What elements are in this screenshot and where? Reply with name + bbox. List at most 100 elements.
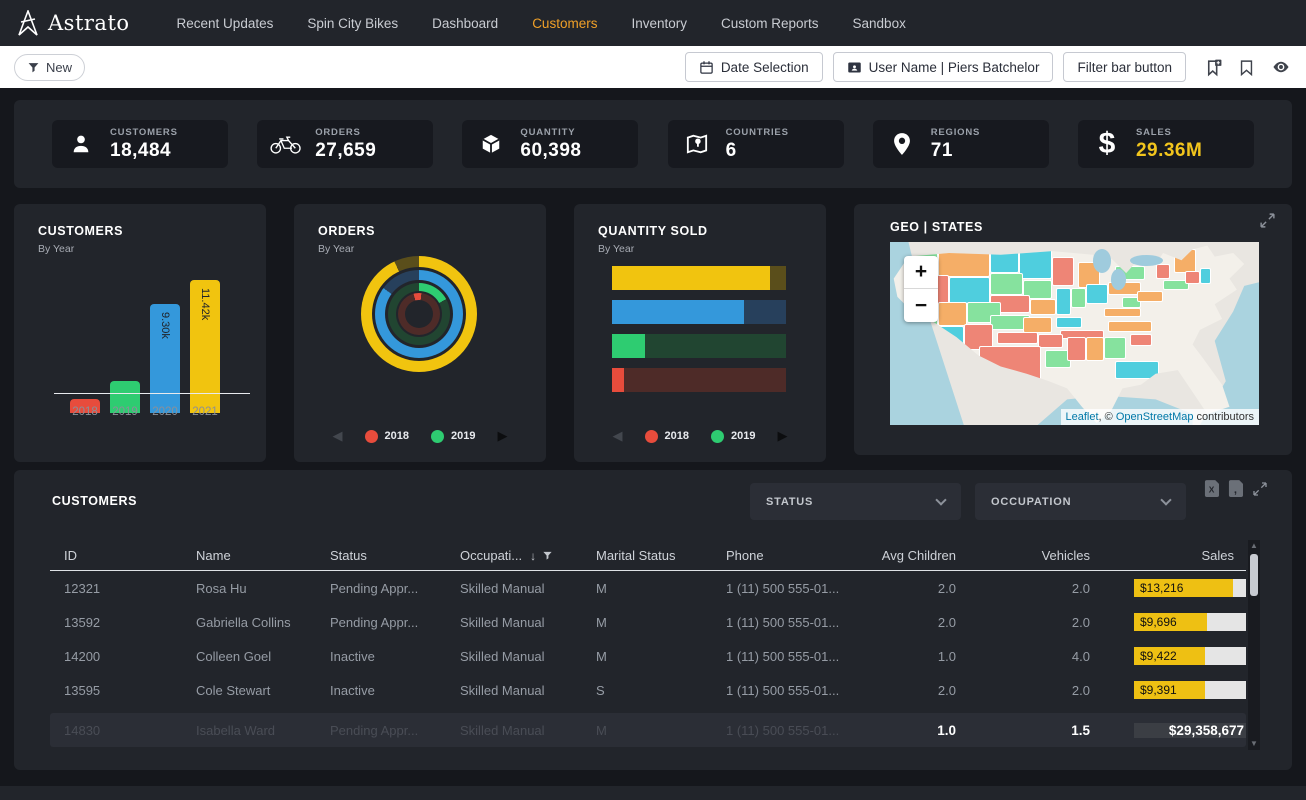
- kpi-card-orders[interactable]: ORDERS27,659: [257, 120, 433, 168]
- table-row[interactable]: 12321Rosa HuPending Appr...Skilled Manua…: [50, 571, 1246, 605]
- date-selection-label: Date Selection: [721, 60, 809, 75]
- us-state[interactable]: [1086, 337, 1104, 361]
- export-csv-icon[interactable]: ,: [1228, 480, 1243, 497]
- col-header-occupati-[interactable]: Occupati...↓: [460, 548, 596, 563]
- date-selection-button[interactable]: Date Selection: [685, 52, 823, 82]
- nav-item-customers[interactable]: Customers: [515, 16, 614, 31]
- col-header-vehicles[interactable]: Vehicles: [968, 548, 1102, 563]
- scroll-down-icon[interactable]: ▼: [1250, 738, 1258, 750]
- bookmark-add-icon[interactable]: [1204, 58, 1223, 77]
- us-state[interactable]: [949, 277, 990, 304]
- col-header-id[interactable]: ID: [64, 548, 196, 563]
- table-row[interactable]: 13592Gabriella CollinsPending Appr...Ski…: [50, 605, 1246, 639]
- qty-bar-2021[interactable]: [612, 266, 786, 290]
- us-state[interactable]: [997, 332, 1038, 345]
- nav-item-dashboard[interactable]: Dashboard: [415, 16, 515, 31]
- bookmark-icon[interactable]: [1238, 58, 1255, 77]
- donut-ring-2020[interactable]: [375, 270, 463, 358]
- us-state[interactable]: [1056, 317, 1082, 328]
- us-state[interactable]: [1052, 257, 1074, 286]
- col-header-phone[interactable]: Phone: [726, 548, 878, 563]
- us-state[interactable]: [1086, 284, 1108, 304]
- status-filter-dropdown[interactable]: STATUS: [750, 483, 961, 520]
- legend-dot: [645, 430, 658, 443]
- us-state[interactable]: [938, 302, 968, 326]
- table-scrollbar[interactable]: ▲ ▼: [1248, 540, 1260, 750]
- us-state[interactable]: [1104, 308, 1141, 317]
- kpi-card-quantity[interactable]: QUANTITY60,398: [462, 120, 638, 168]
- legend-item-2018[interactable]: 2018: [645, 430, 689, 443]
- expand-icon[interactable]: [1252, 481, 1268, 497]
- us-states-map[interactable]: + − Leaflet, © OpenStreetMap contributor…: [890, 242, 1259, 425]
- occupation-filter-dropdown[interactable]: OCCUPATION: [975, 483, 1186, 520]
- eye-icon[interactable]: [1270, 58, 1292, 76]
- us-state[interactable]: [1067, 337, 1085, 361]
- kpi-card-sales[interactable]: $SALES29.36M: [1078, 120, 1254, 168]
- filter-bar-button[interactable]: Filter bar button: [1063, 52, 1186, 82]
- legend-item-2019[interactable]: 2019: [431, 430, 475, 443]
- ghost-cell: Pending Appr...: [330, 723, 460, 738]
- table-row[interactable]: 14200Colleen GoelInactiveSkilled ManualM…: [50, 639, 1246, 673]
- us-state[interactable]: [1030, 299, 1056, 315]
- scrollbar-thumb[interactable]: [1250, 554, 1258, 596]
- us-state[interactable]: [990, 273, 1023, 295]
- col-header-name[interactable]: Name: [196, 548, 330, 563]
- us-state[interactable]: [1156, 264, 1171, 279]
- col-header-sales[interactable]: Sales: [1102, 548, 1246, 563]
- kpi-card-countries[interactable]: COUNTRIES6: [668, 120, 844, 168]
- legend-prev-button[interactable]: ◀: [613, 428, 623, 444]
- expand-icon[interactable]: [1259, 212, 1276, 229]
- nav-item-inventory[interactable]: Inventory: [614, 16, 704, 31]
- scroll-up-icon[interactable]: ▲: [1250, 540, 1258, 552]
- qty-bar-2020[interactable]: [612, 300, 786, 324]
- sales-value: $9,422: [1140, 649, 1177, 663]
- sort-desc-icon[interactable]: ↓: [530, 549, 536, 563]
- new-filter-button[interactable]: New: [14, 54, 85, 81]
- cell: 1 (11) 500 555-01...: [726, 683, 878, 698]
- donut-ring-2021[interactable]: [361, 256, 477, 372]
- col-header-avg-children[interactable]: Avg Children: [878, 548, 968, 563]
- legend-item-2019[interactable]: 2019: [711, 430, 755, 443]
- brand-name: Astrato: [48, 11, 130, 35]
- leaflet-link[interactable]: Leaflet: [1066, 411, 1099, 423]
- osm-link[interactable]: OpenStreetMap: [1116, 411, 1194, 423]
- nav-item-spin-city-bikes[interactable]: Spin City Bikes: [290, 16, 415, 31]
- zoom-out-button[interactable]: −: [904, 289, 938, 322]
- col-header-status[interactable]: Status: [330, 548, 460, 563]
- table-row[interactable]: 13595Cole StewartInactiveSkilled ManualS…: [50, 673, 1246, 707]
- col-header-marital-status[interactable]: Marital Status: [596, 548, 726, 563]
- us-state[interactable]: [1108, 282, 1141, 295]
- zoom-in-button[interactable]: +: [904, 256, 938, 289]
- kpi-card-regions[interactable]: REGIONS71: [873, 120, 1049, 168]
- user-button[interactable]: User Name | Piers Batchelor: [833, 52, 1054, 82]
- donut-ring-2018[interactable]: [398, 293, 440, 335]
- legend-item-2018[interactable]: 2018: [365, 430, 409, 443]
- legend-prev-button[interactable]: ◀: [333, 428, 343, 444]
- us-state[interactable]: [1185, 271, 1200, 284]
- legend-next-button[interactable]: ▶: [497, 428, 507, 444]
- legend-next-button[interactable]: ▶: [777, 428, 787, 444]
- astrato-logo[interactable]: Astrato: [16, 10, 130, 36]
- nav-item-sandbox[interactable]: Sandbox: [836, 16, 923, 31]
- bar-2020[interactable]: 9.30k: [150, 304, 180, 413]
- donut-ring-2019[interactable]: [388, 283, 450, 345]
- sales-value: $13,216: [1140, 581, 1183, 595]
- us-state[interactable]: [1108, 321, 1152, 332]
- qty-bar-fill: [612, 266, 770, 290]
- quantity-chart-title: QUANTITY SOLD: [598, 224, 708, 238]
- us-state[interactable]: [1056, 288, 1071, 315]
- us-state[interactable]: [1104, 337, 1126, 359]
- nav-item-custom-reports[interactable]: Custom Reports: [704, 16, 836, 31]
- us-state[interactable]: [1130, 334, 1152, 347]
- us-state[interactable]: [1071, 288, 1086, 308]
- us-state[interactable]: [1137, 291, 1163, 302]
- kpi-card-customers[interactable]: CUSTOMERS18,484: [52, 120, 228, 168]
- export-excel-icon[interactable]: X: [1204, 480, 1219, 497]
- nav-item-recent-updates[interactable]: Recent Updates: [160, 16, 291, 31]
- table-header-row: IDNameStatusOccupati...↓Marital StatusPh…: [50, 540, 1246, 571]
- qty-bar-2019[interactable]: [612, 334, 786, 358]
- us-state[interactable]: [1038, 334, 1064, 349]
- qty-bar-2018[interactable]: [612, 368, 786, 392]
- us-state[interactable]: [1200, 268, 1211, 284]
- funnel-icon[interactable]: [542, 550, 553, 561]
